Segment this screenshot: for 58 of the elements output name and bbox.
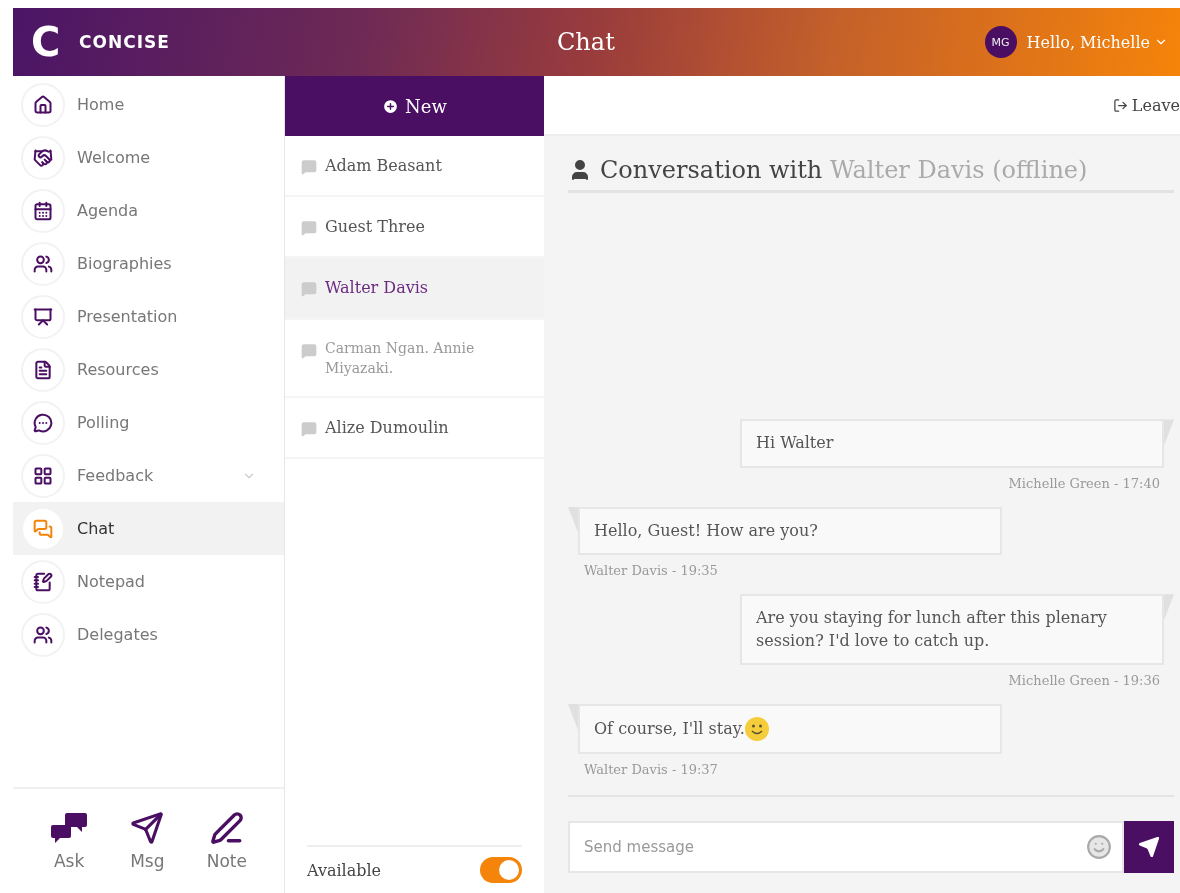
plus-icon (382, 97, 400, 115)
people-icon (33, 624, 53, 645)
shortcut-button[interactable]: Ask (46, 807, 93, 875)
speech-bubble-icon (301, 159, 317, 175)
message-meta: Michelle Green - 19:36 (1008, 673, 1160, 688)
shortcut-button[interactable]: Msg (126, 807, 169, 875)
nav-item[interactable]: Home (13, 78, 284, 131)
notepad-icon (33, 571, 53, 592)
chat-icon (33, 518, 53, 539)
availability-label: Available (307, 860, 382, 880)
nav-item[interactable]: Resources (13, 343, 284, 396)
heading-text: Conversation with Walter Davis (offline) (600, 156, 1088, 184)
user-avatar[interactable]: MG (984, 26, 1017, 58)
speech-bubble-icon (301, 281, 317, 298)
nav-item[interactable]: Chat (13, 502, 284, 555)
nav-item[interactable]: Agenda (13, 184, 284, 237)
message-bubble: Of course, I'll stay. (578, 704, 1002, 754)
availability-toggle[interactable] (480, 857, 522, 883)
paper-plane-icon (130, 811, 165, 845)
speech-bubble-icon (301, 421, 317, 438)
nav-item[interactable]: Welcome (13, 131, 284, 184)
brand-name: CONCISE (79, 32, 171, 52)
people-icon (33, 253, 53, 274)
message-bubble: Hi Walter (740, 419, 1164, 468)
nav-item[interactable]: Biographies (13, 237, 284, 290)
presentation-icon (33, 306, 53, 327)
nav-item[interactable]: Feedback (13, 449, 284, 502)
user-greeting[interactable]: Hello, Michelle (1026, 32, 1150, 52)
new-conversation-button[interactable]: New (285, 76, 544, 136)
document-icon (33, 359, 53, 380)
leave-link[interactable]: Leave (1112, 95, 1180, 115)
logo: C (31, 22, 62, 62)
send-button[interactable] (1124, 821, 1174, 873)
speech-bubble-icon (301, 220, 317, 237)
nav-item[interactable]: Delegates (13, 608, 284, 661)
message-bubble: Are you staying for lunch after this plenary session? I'd love to catch up. (740, 594, 1164, 665)
exit-icon (1112, 97, 1128, 113)
speech-bubble-icon (301, 342, 317, 359)
calendar-icon (33, 200, 53, 221)
page-title: Chat (557, 28, 616, 56)
speech-bubble-icon (33, 412, 53, 433)
conversation-item[interactable]: Walter Davis (285, 258, 544, 320)
shortcut-button[interactable]: Note (202, 807, 251, 875)
home-icon (33, 94, 53, 115)
message-input[interactable]: Send message (568, 821, 1124, 873)
nav-item[interactable]: Presentation (13, 290, 284, 343)
grid-icon (33, 465, 53, 486)
smiley-icon (744, 717, 769, 741)
message-bubble: Hello, Guest! How are you? (578, 506, 1002, 556)
message-meta: Walter Davis - 19:37 (584, 762, 718, 777)
message-meta: Michelle Green - 17:40 (1008, 475, 1160, 491)
nav-item[interactable]: Polling (13, 396, 284, 449)
chat-bubbles-icon (50, 811, 89, 845)
nav-item[interactable]: Notepad (13, 555, 284, 608)
pen-icon (209, 811, 244, 845)
handshake-icon (33, 147, 53, 168)
send-icon (1138, 836, 1160, 858)
message-meta: Walter Davis - 19:35 (584, 563, 718, 579)
